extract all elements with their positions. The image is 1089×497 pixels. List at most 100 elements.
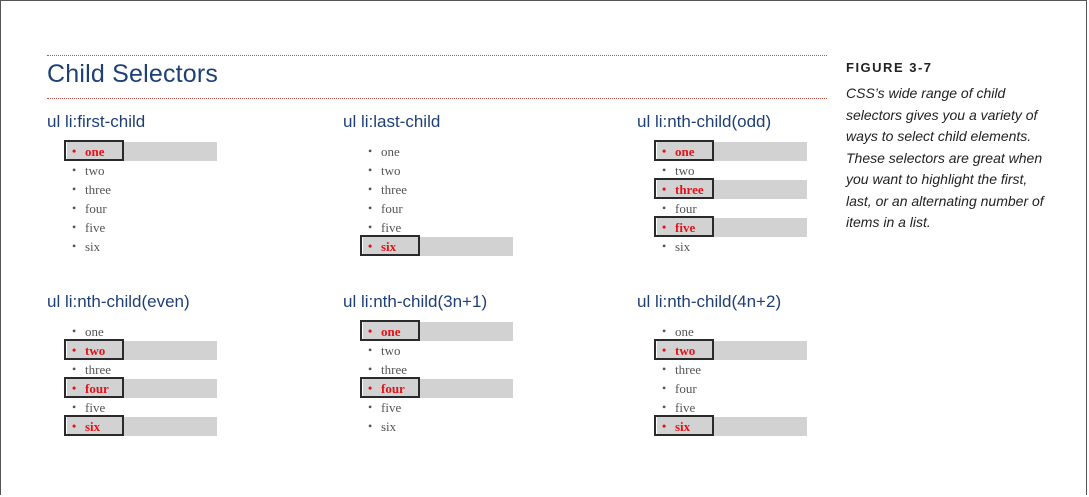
- bullet-icon: •: [368, 182, 373, 196]
- list-item: • five: [363, 398, 493, 417]
- list-item-label: one: [381, 324, 401, 339]
- example-list: • one • two • three • four • five • six: [654, 322, 807, 436]
- list-item: • one: [67, 322, 197, 341]
- bullet-icon: •: [662, 201, 667, 215]
- list-item: • one: [363, 142, 493, 161]
- example-title: ul li:last-child: [343, 112, 441, 131]
- list-item-label: five: [675, 220, 696, 235]
- bullet-icon: •: [662, 182, 667, 196]
- list-item-label: two: [381, 343, 401, 358]
- list-item-label: three: [381, 362, 407, 377]
- bullet-icon: •: [368, 362, 373, 376]
- bullet-icon: •: [662, 220, 667, 234]
- title-top-rule: [47, 55, 827, 56]
- list-item: • one: [64, 140, 217, 161]
- bullet-icon: •: [72, 144, 77, 158]
- list-item: • six: [360, 235, 513, 256]
- bullet-icon: •: [662, 419, 667, 433]
- list-item-label: two: [85, 343, 106, 358]
- list-item-label: one: [85, 324, 104, 339]
- list-item-label: three: [85, 362, 111, 377]
- list-item-label: four: [675, 381, 697, 396]
- list-item-label: two: [675, 163, 695, 178]
- bullet-icon: •: [368, 400, 373, 414]
- list-item-label: four: [85, 381, 109, 396]
- example-list: • one • two • three • four • five • six: [64, 322, 217, 436]
- bullet-icon: •: [72, 182, 77, 196]
- list-item: • two: [363, 341, 493, 360]
- figure-caption-text: CSS’s wide range of child selectors give…: [846, 85, 1044, 230]
- list-item-label: one: [381, 144, 400, 159]
- list-item: • one: [657, 322, 787, 341]
- example-title: ul li:nth-child(4n+2): [637, 292, 782, 311]
- example-list: • one • two • three • four • five • six: [64, 140, 217, 256]
- page: Child Selectors ul li:first-child • one • t…: [0, 0, 1089, 497]
- list-item-label: five: [85, 400, 106, 415]
- bullet-icon: •: [662, 381, 667, 395]
- list-item: • two: [654, 339, 807, 360]
- bullet-icon: •: [368, 201, 373, 215]
- list-item-label: four: [85, 201, 107, 216]
- list-item: • six: [363, 417, 493, 436]
- list-item-label: five: [381, 400, 402, 415]
- example-title: ul li:nth-child(odd): [637, 112, 772, 131]
- example-nth-child-even: ul li:nth-child(even) • one • two • three • fou…: [47, 292, 307, 472]
- bullet-icon: •: [662, 239, 667, 253]
- bullet-icon: •: [662, 362, 667, 376]
- list-item-label: six: [675, 419, 691, 434]
- bullet-icon: •: [72, 220, 77, 234]
- bullet-icon: •: [368, 220, 373, 234]
- list-item: • two: [363, 161, 493, 180]
- bullet-icon: •: [368, 381, 373, 395]
- list-item: • four: [67, 199, 197, 218]
- example-nth-child-4n-plus-2: ul li:nth-child(4n+2) • one • two • three • fou…: [637, 292, 897, 472]
- list-item: • four: [363, 199, 493, 218]
- list-item-label: one: [675, 144, 695, 159]
- main-title: Child Selectors: [47, 60, 219, 88]
- bullet-icon: •: [368, 239, 373, 253]
- bullet-icon: •: [368, 419, 373, 433]
- list-item-label: three: [85, 182, 111, 197]
- list-item: • five: [363, 218, 493, 237]
- list-item-label: three: [381, 182, 407, 197]
- bullet-icon: •: [662, 343, 667, 357]
- example-last-child: ul li:last-child • one • two • three • four • fiv…: [343, 112, 603, 292]
- list-item: • three: [657, 360, 787, 379]
- example-title: ul li:first-child: [47, 112, 146, 131]
- bullet-icon: •: [72, 343, 77, 357]
- bullet-icon: •: [662, 324, 667, 338]
- bullet-icon: •: [662, 144, 667, 158]
- bullet-icon: •: [72, 400, 77, 414]
- example-title: ul li:nth-child(3n+1): [343, 292, 488, 311]
- title-bottom-rule: [47, 98, 827, 99]
- list-item-label: five: [675, 400, 696, 415]
- list-item: • two: [657, 161, 787, 180]
- bullet-icon: •: [662, 400, 667, 414]
- list-item: • six: [67, 237, 197, 256]
- list-item-label: four: [381, 381, 405, 396]
- list-item: • three: [67, 180, 197, 199]
- list-item-label: three: [675, 362, 701, 377]
- figure-caption: FIGURE 3-7 CSS’s wide range of child sel…: [846, 60, 1046, 234]
- bullet-icon: •: [72, 239, 77, 253]
- list-item-label: two: [85, 163, 105, 178]
- list-item-label: two: [675, 343, 696, 358]
- example-list: • one • two • three • four • five • six: [654, 140, 807, 256]
- list-item-label: four: [675, 201, 697, 216]
- example-nth-child-3n-plus-1: ul li:nth-child(3n+1) • one • two • three • fou…: [343, 292, 603, 472]
- bullet-icon: •: [72, 419, 77, 433]
- list-item: • three: [363, 360, 493, 379]
- list-item: • six: [654, 415, 807, 436]
- list-item: • five: [67, 218, 197, 237]
- list-item-label: six: [675, 239, 691, 254]
- bullet-icon: •: [368, 144, 373, 158]
- list-item-label: four: [381, 201, 403, 216]
- bullet-icon: •: [72, 324, 77, 338]
- list-item-label: six: [85, 419, 101, 434]
- bullet-icon: •: [368, 163, 373, 177]
- example-list: • one • two • three • four • five • six: [360, 142, 513, 256]
- bullet-icon: •: [72, 381, 77, 395]
- list-item: • two: [67, 161, 197, 180]
- list-item-label: six: [85, 239, 101, 254]
- bullet-icon: •: [368, 324, 373, 338]
